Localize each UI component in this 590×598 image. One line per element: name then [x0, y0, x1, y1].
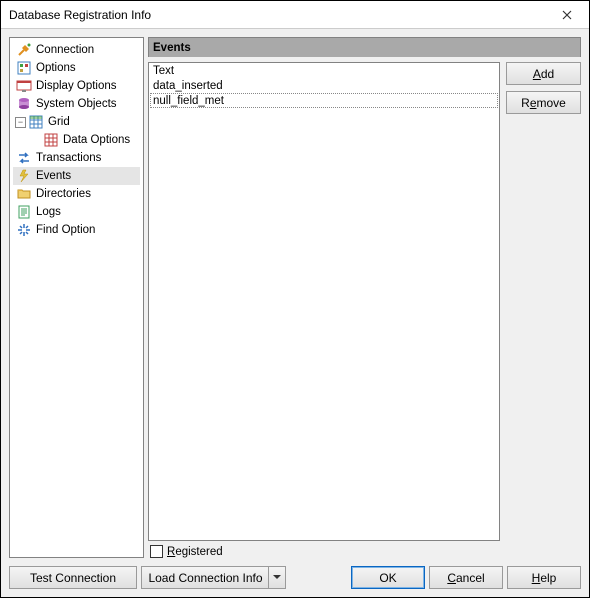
button-label: Add — [533, 67, 554, 81]
remove-button[interactable]: Remove — [506, 91, 581, 114]
list-item[interactable]: Text — [149, 63, 499, 78]
nav-item-system-objects[interactable]: System Objects — [13, 95, 140, 113]
list-item-editing[interactable] — [150, 93, 498, 108]
content-row: Text data_inserted Registered — [148, 57, 581, 558]
connection-icon — [16, 42, 32, 58]
section-title: Events — [153, 42, 191, 54]
nav-item-directories[interactable]: Directories — [13, 185, 140, 203]
add-button[interactable]: Add — [506, 62, 581, 85]
options-icon — [16, 60, 32, 76]
nav-item-logs[interactable]: Logs — [13, 203, 140, 221]
nav-item-data-options[interactable]: Data Options — [13, 131, 140, 149]
nav-label: Directories — [36, 188, 91, 200]
grid-icon — [28, 114, 44, 130]
nav-label: Grid — [48, 116, 70, 128]
transactions-icon — [16, 150, 32, 166]
nav-label: Data Options — [63, 134, 130, 146]
help-button[interactable]: Help — [507, 566, 581, 589]
registered-row: Registered — [148, 541, 500, 558]
close-button[interactable] — [545, 1, 589, 28]
registered-label: Registered — [167, 546, 223, 558]
load-connection-info-button[interactable]: Load Connection Info — [141, 566, 269, 589]
load-connection-info-dropdown[interactable] — [268, 566, 286, 589]
dialog-body: Connection Options Display Options — [1, 29, 589, 597]
nav-item-events[interactable]: Events — [13, 167, 140, 185]
upper-area: Connection Options Display Options — [9, 37, 581, 558]
button-label: Test Connection — [30, 571, 116, 585]
list-item-text: Text — [153, 65, 174, 77]
directories-icon — [16, 186, 32, 202]
nav-label: Connection — [36, 44, 94, 56]
nav-label: Options — [36, 62, 76, 74]
window-title: Database Registration Info — [9, 8, 151, 22]
event-name-input[interactable] — [153, 94, 495, 108]
nav-item-grid[interactable]: − Grid — [13, 113, 140, 131]
nav-label: Display Options — [36, 80, 117, 92]
test-connection-button[interactable]: Test Connection — [9, 566, 137, 589]
events-list[interactable]: Text data_inserted — [148, 62, 500, 541]
button-label: Remove — [521, 96, 566, 110]
data-options-icon — [43, 132, 59, 148]
list-item-text: data_inserted — [153, 80, 223, 92]
section-header: Events — [148, 37, 581, 57]
button-label: OK — [379, 571, 396, 585]
find-option-icon — [16, 222, 32, 238]
cancel-button[interactable]: Cancel — [429, 566, 503, 589]
list-item[interactable]: data_inserted — [149, 78, 499, 93]
category-tree[interactable]: Connection Options Display Options — [9, 37, 144, 558]
titlebar: Database Registration Info — [1, 1, 589, 29]
load-connection-info-split: Load Connection Info — [141, 566, 286, 589]
nav-item-connection[interactable]: Connection — [13, 41, 140, 59]
chevron-down-icon — [273, 575, 281, 580]
nav-label: System Objects — [36, 98, 117, 110]
display-options-icon — [16, 78, 32, 94]
nav-label: Transactions — [36, 152, 101, 164]
nav-item-find-option[interactable]: Find Option — [13, 221, 140, 239]
dialog-footer: Test Connection Load Connection Info OK … — [9, 558, 581, 589]
nav-label: Logs — [36, 206, 61, 218]
nav-item-display-options[interactable]: Display Options — [13, 77, 140, 95]
close-icon — [562, 10, 572, 20]
events-column: Text data_inserted Registered — [148, 57, 500, 558]
nav-label: Events — [36, 170, 71, 182]
nav-label: Find Option — [36, 224, 95, 236]
nav-item-transactions[interactable]: Transactions — [13, 149, 140, 167]
events-buttons: Add Remove — [506, 62, 581, 558]
events-icon — [16, 168, 32, 184]
collapse-icon[interactable]: − — [15, 117, 26, 128]
button-label: Load Connection Info — [148, 571, 262, 585]
button-label: Help — [532, 571, 557, 585]
dialog-window: Database Registration Info Connection — [0, 0, 590, 598]
system-objects-icon — [16, 96, 32, 112]
registered-checkbox[interactable] — [150, 545, 163, 558]
logs-icon — [16, 204, 32, 220]
ok-button[interactable]: OK — [351, 566, 425, 589]
nav-item-options[interactable]: Options — [13, 59, 140, 77]
main-panel: Events Text data_inserted — [148, 37, 581, 558]
button-label: Cancel — [447, 571, 484, 585]
